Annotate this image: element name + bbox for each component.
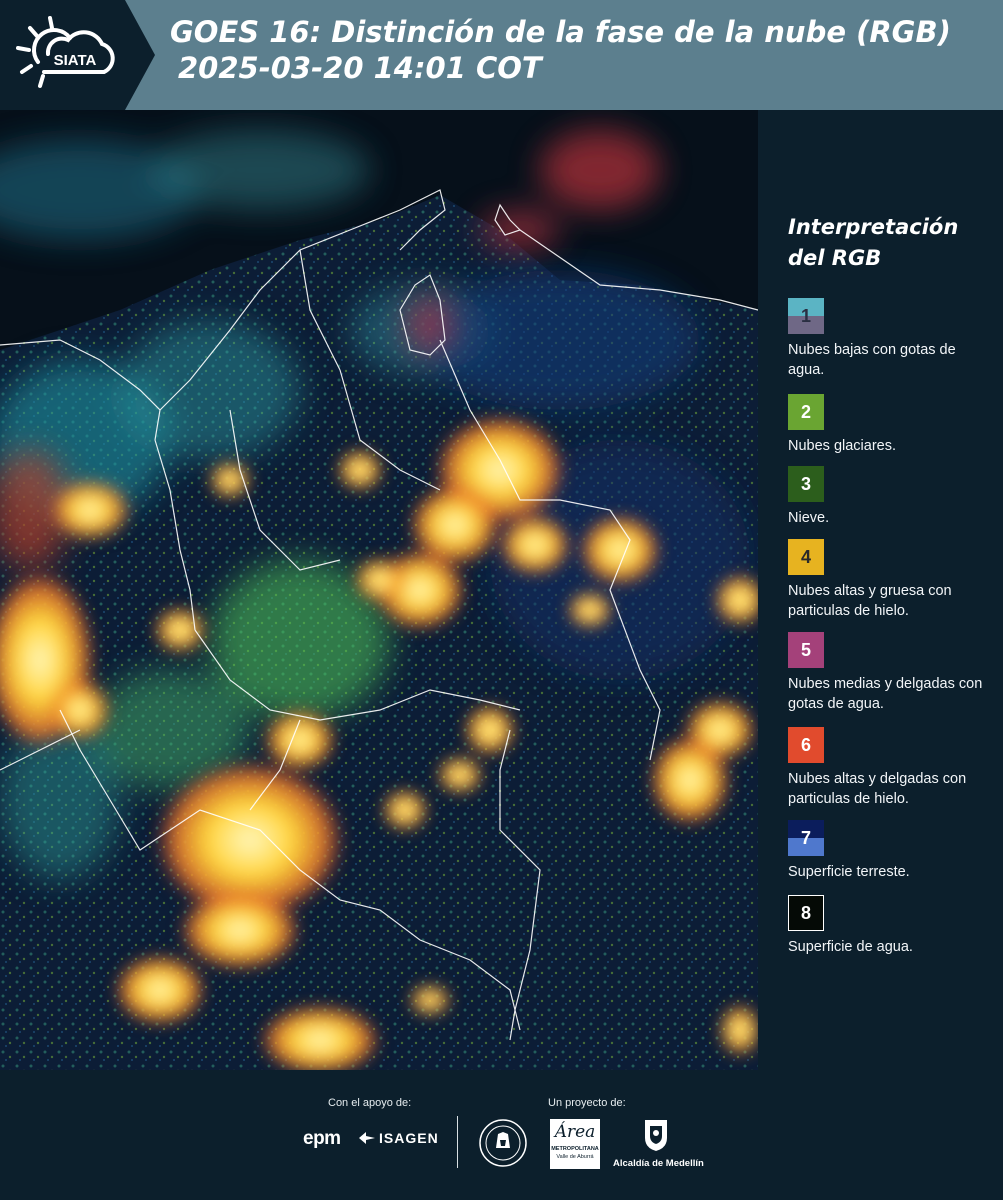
- medellin-shield-icon: [645, 1120, 667, 1151]
- footer-separator: [457, 1116, 458, 1168]
- legend-swatch-1: 1: [788, 298, 824, 334]
- satellite-image: [0, 110, 758, 1070]
- legend-item-3: 3 Nieve.: [788, 466, 993, 528]
- title-line-1: GOES 16: Distinción de la fase de la nub…: [170, 15, 951, 49]
- legend-swatch-2: 2: [788, 394, 824, 430]
- isagen-text: ISAGEN: [379, 1130, 439, 1146]
- legend-item-1: 1 Nubes bajas con gotas de agua.: [788, 298, 993, 380]
- legend-swatch-6: 6: [788, 727, 824, 763]
- legend-swatch-8: 8: [788, 895, 824, 931]
- footer: Con el apoyo de: Un proyecto de: epm ISA…: [0, 1070, 1003, 1200]
- project-label: Un proyecto de:: [548, 1097, 626, 1109]
- legend-swatch-5: 5: [788, 632, 824, 668]
- legend-text-8: Superficie de agua.: [788, 939, 913, 955]
- logo-panel: SIATA: [0, 0, 155, 110]
- isagen-logo: ISAGEN: [358, 1130, 439, 1146]
- isagen-icon: [359, 1132, 375, 1144]
- area-name: Área: [554, 1122, 596, 1142]
- alcaldia-text: Alcaldía de Medellín: [613, 1158, 704, 1169]
- legend-text-1: Nubes bajas con gotas de agua.: [788, 342, 956, 378]
- legend-item-6: 6 Nubes altas y delgadas con particulas …: [788, 727, 993, 809]
- area-metropolitana-logo: Área METROPOLITANA Valle de Aburrá: [550, 1119, 600, 1169]
- logo-text: SIATA: [54, 52, 97, 69]
- header-bar: SIATA GOES 16: Distinción de la fase de …: [0, 0, 1003, 110]
- legend-item-7: 7 Superficie terreste.: [788, 820, 993, 882]
- satellite-map[interactable]: [0, 110, 758, 1070]
- support-label: Con el apoyo de:: [328, 1097, 412, 1109]
- legend-panel: Interpretación del RGB: [788, 212, 993, 298]
- legend-item-8: 8 Superficie de agua.: [788, 895, 993, 957]
- area-line-2: Valle de Aburrá: [556, 1154, 594, 1160]
- legend-item-5: 5 Nubes medias y delgadas con gotas de a…: [788, 632, 993, 714]
- page-title: GOES 16: Distinción de la fase de la nub…: [170, 14, 990, 86]
- epm-logo: epm: [303, 1128, 341, 1149]
- title-line-2: 2025-03-20 14:01 COT: [178, 51, 542, 85]
- university-seal: [479, 1119, 527, 1167]
- legend-item-4: 4 Nubes altas y gruesa con particulas de…: [788, 539, 993, 621]
- legend-swatch-7: 7: [788, 820, 824, 856]
- legend-text-2: Nubes glaciares.: [788, 438, 896, 454]
- legend-title: Interpretación del RGB: [788, 212, 993, 274]
- legend-text-6: Nubes altas y delgadas con particulas de…: [788, 771, 967, 807]
- legend-swatch-3: 3: [788, 466, 824, 502]
- legend-text-5: Nubes medias y delgadas con gotas de agu…: [788, 676, 983, 712]
- legend-title-line-2: del RGB: [788, 246, 882, 270]
- legend-text-4: Nubes altas y gruesa con particulas de h…: [788, 583, 952, 619]
- legend-swatch-4: 4: [788, 539, 824, 575]
- siata-logo: SIATA: [16, 16, 115, 88]
- legend-item-2: 2 Nubes glaciares.: [788, 394, 993, 456]
- legend-text-7: Superficie terreste.: [788, 864, 910, 880]
- area-line-1: METROPOLITANA: [551, 1146, 599, 1152]
- legend-title-line-1: Interpretación: [788, 215, 959, 239]
- legend-text-3: Nieve.: [788, 510, 830, 526]
